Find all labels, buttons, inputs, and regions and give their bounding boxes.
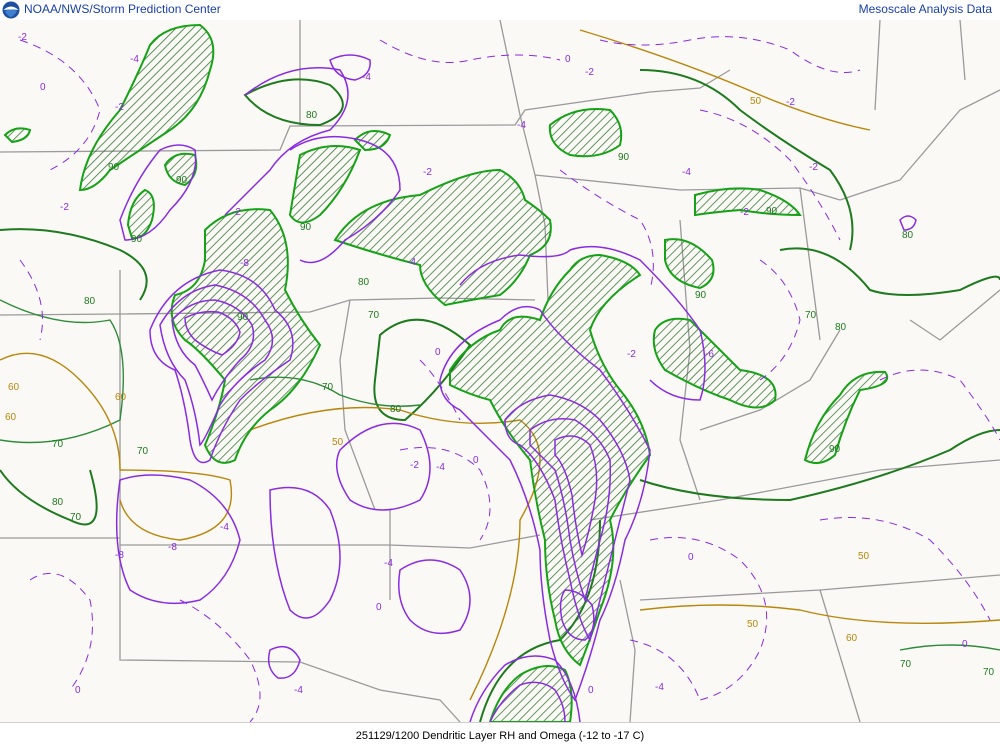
footer-bar: 251129/1200 Dendritic Layer RH and Omega… — [0, 722, 1000, 751]
svg-text:90: 90 — [237, 312, 249, 323]
svg-text:70: 70 — [900, 659, 912, 670]
svg-text:-8: -8 — [240, 258, 249, 269]
svg-text:-2: -2 — [410, 460, 419, 471]
svg-text:90: 90 — [618, 152, 630, 163]
svg-text:-2: -2 — [585, 67, 594, 78]
svg-text:0: 0 — [473, 455, 479, 466]
svg-text:50: 50 — [747, 619, 759, 630]
svg-text:90: 90 — [829, 444, 841, 455]
svg-text:60: 60 — [5, 412, 17, 423]
agency-title: NOAA/NWS/Storm Prediction Center — [24, 2, 221, 16]
svg-text:80: 80 — [52, 497, 64, 508]
svg-text:-2: -2 — [232, 207, 241, 218]
svg-text:0: 0 — [40, 82, 46, 93]
svg-text:70: 70 — [322, 382, 334, 393]
svg-text:90: 90 — [131, 234, 143, 245]
noaa-logo-icon — [2, 1, 20, 19]
svg-text:60: 60 — [115, 392, 127, 403]
svg-text:-4: -4 — [294, 685, 303, 696]
svg-text:70: 70 — [70, 512, 82, 523]
svg-text:60: 60 — [846, 633, 858, 644]
contour-map-svg: 90 90 90 90 90 90 90 90 90 80 80 80 80 8… — [0, 20, 1000, 722]
svg-text:0: 0 — [962, 639, 968, 650]
svg-text:-2: -2 — [115, 102, 124, 113]
svg-text:-4: -4 — [407, 257, 416, 268]
analysis-map: 90 90 90 90 90 90 90 90 90 80 80 80 80 8… — [0, 20, 1000, 722]
rh-90-hatched-areas — [3, 23, 889, 722]
svg-text:90: 90 — [766, 206, 778, 217]
svg-text:-4: -4 — [436, 462, 445, 473]
svg-text:80: 80 — [306, 110, 318, 121]
svg-text:0: 0 — [588, 685, 594, 696]
svg-text:80: 80 — [835, 322, 847, 333]
svg-text:0: 0 — [75, 685, 81, 696]
header-bar: NOAA/NWS/Storm Prediction Center Mesosca… — [0, 0, 1000, 20]
svg-text:-4: -4 — [220, 522, 229, 533]
svg-text:90: 90 — [300, 222, 312, 233]
svg-text:-2: -2 — [423, 167, 432, 178]
svg-text:-2: -2 — [60, 202, 69, 213]
svg-text:90: 90 — [176, 175, 188, 186]
svg-text:80: 80 — [390, 404, 402, 415]
svg-text:70: 70 — [983, 667, 995, 678]
svg-text:50: 50 — [858, 551, 870, 562]
svg-text:-8: -8 — [115, 550, 124, 561]
svg-text:-8: -8 — [168, 542, 177, 553]
svg-text:-2: -2 — [18, 32, 27, 43]
svg-text:-2: -2 — [627, 349, 636, 360]
svg-text:-2: -2 — [809, 162, 818, 173]
svg-text:-6: -6 — [705, 349, 714, 360]
svg-text:-4: -4 — [384, 558, 393, 569]
svg-text:60: 60 — [8, 382, 20, 393]
svg-text:70: 70 — [137, 446, 149, 457]
svg-text:-4: -4 — [517, 120, 526, 131]
svg-text:-2: -2 — [740, 207, 749, 218]
svg-text:-2: -2 — [786, 97, 795, 108]
map-caption: 251129/1200 Dendritic Layer RH and Omega… — [355, 730, 645, 742]
svg-text:90: 90 — [695, 290, 707, 301]
product-title: Mesoscale Analysis Data — [858, 2, 992, 16]
svg-text:80: 80 — [358, 277, 370, 288]
svg-text:50: 50 — [332, 437, 344, 448]
svg-text:-4: -4 — [682, 167, 691, 178]
svg-text:90: 90 — [108, 162, 120, 173]
svg-text:80: 80 — [902, 230, 914, 241]
svg-text:0: 0 — [435, 347, 441, 358]
svg-text:70: 70 — [805, 310, 817, 321]
svg-text:80: 80 — [84, 296, 96, 307]
svg-text:-4: -4 — [130, 54, 139, 65]
svg-text:0: 0 — [688, 552, 694, 563]
svg-text:0: 0 — [565, 54, 571, 65]
svg-text:70: 70 — [52, 439, 64, 450]
svg-text:50: 50 — [750, 96, 762, 107]
svg-text:-4: -4 — [362, 72, 371, 83]
svg-text:70: 70 — [368, 310, 380, 321]
svg-text:0: 0 — [376, 602, 382, 613]
svg-text:-4: -4 — [655, 682, 664, 693]
